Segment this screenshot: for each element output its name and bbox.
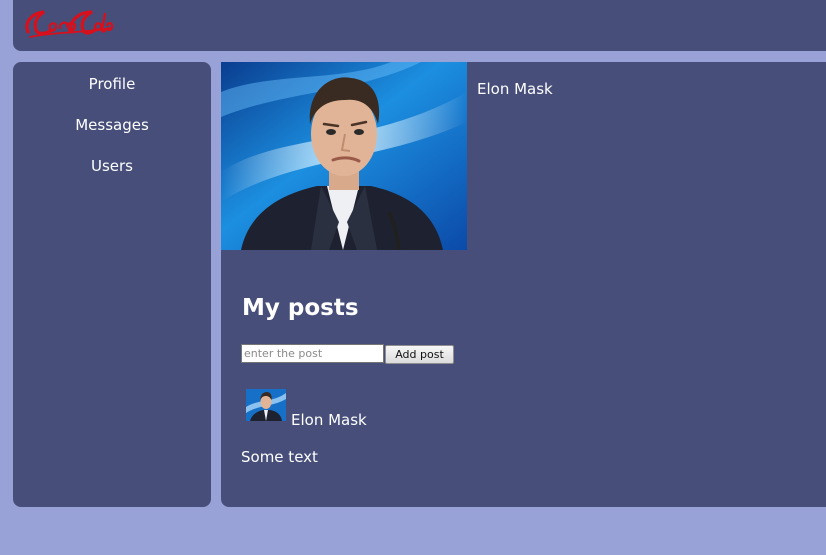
sidebar-item-messages[interactable]: Messages	[13, 116, 211, 134]
profile-name: Elon Mask	[477, 80, 553, 98]
sidebar-item-profile[interactable]: Profile	[13, 75, 211, 93]
post-avatar	[246, 389, 286, 421]
post-input[interactable]	[241, 344, 384, 363]
post-author: Elon Mask	[291, 411, 367, 429]
coca-cola-logo	[25, 10, 114, 38]
profile-photo	[221, 62, 467, 250]
sidebar-item-users[interactable]: Users	[13, 157, 211, 175]
profile-content: Elon Mask My posts Add post Elon Mask So…	[221, 62, 826, 507]
person-photo-icon	[246, 389, 286, 421]
header	[13, 0, 826, 51]
person-photo-icon	[221, 62, 467, 250]
add-post-button[interactable]: Add post	[385, 345, 454, 364]
post-text: Some text	[241, 448, 318, 466]
posts-title: My posts	[242, 295, 359, 321]
sidebar: Profile Messages Users	[13, 62, 211, 507]
